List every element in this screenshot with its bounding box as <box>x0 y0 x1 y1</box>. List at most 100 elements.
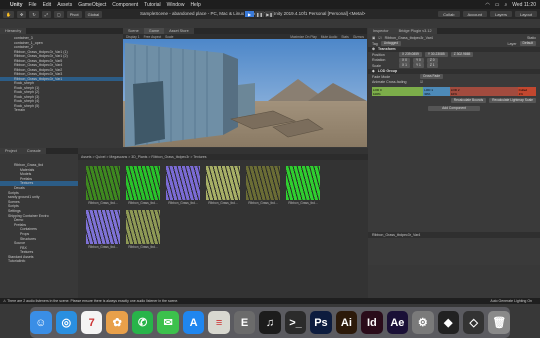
status-message[interactable]: There are 2 audio listeners in the scene… <box>7 299 178 303</box>
tab-hierarchy[interactable]: Hierarchy <box>0 28 27 34</box>
texture-thumbnail[interactable] <box>206 166 240 200</box>
menu-edit[interactable]: Edit <box>43 2 52 8</box>
photoshop-icon[interactable]: Ps <box>310 311 332 334</box>
display-dropdown[interactable]: Display 1 <box>126 35 140 39</box>
unity-icon[interactable]: ◆ <box>437 311 460 334</box>
settings-icon[interactable]: ⚙ <box>412 311 434 334</box>
menu-component[interactable]: Component <box>112 2 138 8</box>
rect-tool-button[interactable]: ▢ <box>53 10 64 18</box>
scale-tool-button[interactable]: ⤢ <box>41 10 51 18</box>
scale-y[interactable]: Y 1 <box>412 63 424 69</box>
menu-gameobject[interactable]: GameObject <box>78 2 106 8</box>
play-button[interactable]: ▶ <box>245 11 254 17</box>
rotation-y[interactable]: Y 0 <box>412 57 424 63</box>
illustrator-icon[interactable]: Ai <box>335 311 358 334</box>
active-checkbox[interactable]: ☑ <box>378 36 381 40</box>
texture-thumbnail[interactable] <box>126 166 160 200</box>
menu-tutorial[interactable]: Tutorial <box>144 2 161 8</box>
texture-thumbnail[interactable] <box>246 166 280 200</box>
layout-dropdown[interactable]: Layout <box>514 11 537 17</box>
rotation-x[interactable]: X 0 <box>399 57 410 63</box>
lod-level-1[interactable]: LOD 1 30% <box>423 87 450 96</box>
tag-dropdown[interactable]: Untagged <box>380 41 402 47</box>
texture-thumbnail[interactable] <box>286 166 320 200</box>
unityhub-icon[interactable]: ◇ <box>463 311 485 334</box>
global-toggle[interactable]: Global <box>84 10 103 18</box>
position-x[interactable]: X 239.0859 <box>399 52 422 58</box>
tab-inspector[interactable]: Inspector <box>368 28 394 34</box>
indesign-icon[interactable]: Id <box>361 311 383 334</box>
texture-thumbnail[interactable] <box>86 210 120 244</box>
position-z[interactable]: Z 302.9865 <box>450 52 474 58</box>
aspect-dropdown[interactable]: Free Aspect <box>144 35 162 39</box>
fade-mode-dropdown[interactable]: Cross Fade <box>420 74 444 80</box>
maximize-on-play-toggle[interactable]: Maximize On Play <box>290 35 317 39</box>
pause-button[interactable]: ❚❚ <box>255 11 264 17</box>
aftereffects-icon[interactable]: Ae <box>386 311 409 334</box>
static-checkbox[interactable]: Static <box>527 36 536 40</box>
layers-dropdown[interactable]: Layers <box>489 11 512 17</box>
menu-help[interactable]: Help <box>190 2 200 8</box>
rotation-z[interactable]: Z 0 <box>426 57 438 63</box>
step-button[interactable]: ▶❚ <box>265 11 274 17</box>
tab-scene[interactable]: Scene <box>123 28 144 34</box>
rotate-tool-button[interactable]: ↻ <box>29 10 39 18</box>
account-dropdown[interactable]: Account <box>462 11 487 17</box>
recalculate-lightmap-button[interactable]: Recalculate Lightmap Scale <box>489 98 536 104</box>
preview-icon[interactable]: E <box>233 311 256 334</box>
animate-crossfade-checkbox[interactable]: ☑ <box>420 80 423 84</box>
scale-slider[interactable]: Scale <box>165 35 173 39</box>
hierarchy-item[interactable]: Terrain <box>0 108 123 113</box>
tab-asset-store[interactable]: Asset Store <box>164 28 194 34</box>
trash-icon[interactable]: 🗑 <box>488 311 510 334</box>
game-view-render[interactable] <box>123 39 367 147</box>
menu-window[interactable]: Window <box>167 2 185 8</box>
lod-level-0[interactable]: LOD 0 100% <box>372 87 424 96</box>
texture-thumbnail[interactable] <box>86 166 120 200</box>
hand-tool-button[interactable]: ✋ <box>3 10 14 18</box>
menu-unity[interactable]: Unity <box>10 2 23 8</box>
menu-file[interactable]: File <box>29 2 37 8</box>
breadcrumb[interactable]: Assets > Quixel > Megascans > 3D_Plants … <box>78 154 368 160</box>
calendar-icon[interactable]: 7 <box>80 311 103 334</box>
battery-icon[interactable]: ▭ <box>495 2 500 8</box>
search-icon[interactable]: ⌕ <box>504 2 507 8</box>
add-component-button[interactable]: Add Component <box>428 105 480 111</box>
safari-icon[interactable]: ◎ <box>55 311 77 334</box>
stats-toggle[interactable]: Stats <box>341 35 349 39</box>
tab-game[interactable]: Game <box>143 28 165 34</box>
scale-z[interactable]: Z 1 <box>426 63 438 69</box>
photos-icon[interactable]: ✿ <box>106 311 128 334</box>
lod-culled[interactable]: Culled 1% <box>517 87 536 96</box>
clock[interactable]: Wed 11:20 <box>512 2 536 8</box>
texture-thumbnail[interactable] <box>166 166 200 200</box>
notes-icon[interactable]: ≡ <box>208 311 230 334</box>
recalculate-bounds-button[interactable]: Recalculate Bounds <box>450 98 487 104</box>
position-y[interactable]: Y 30.23085 <box>424 52 448 58</box>
messages-icon[interactable]: ✉ <box>157 311 179 334</box>
tab-project[interactable]: Project <box>0 148 22 154</box>
move-tool-button[interactable]: ✥ <box>16 10 27 18</box>
layer-dropdown[interactable]: Default <box>519 41 536 47</box>
project-folder[interactable]: TutorialInfo <box>0 259 78 264</box>
lighting-status[interactable]: Auto Generate Lighting On <box>490 298 532 304</box>
mute-audio-toggle[interactable]: Mute Audio <box>321 35 338 39</box>
spotify-icon[interactable]: ♫ <box>259 311 281 334</box>
fade-mode-label: Fade Mode <box>372 74 391 79</box>
terminal-icon[interactable]: >_ <box>284 311 307 334</box>
lod-levels-bar[interactable]: LOD 0 100% LOD 1 30% LOD 2 10% Culled 1% <box>372 87 536 96</box>
gizmos-dropdown[interactable]: Gizmos <box>353 35 364 39</box>
appstore-icon[interactable]: A <box>182 311 205 334</box>
whatsapp-icon[interactable]: ✆ <box>131 311 154 334</box>
scale-x[interactable]: X 1 <box>399 63 410 69</box>
finder-icon[interactable]: ☺ <box>30 311 52 334</box>
tab-bridge-plugin[interactable]: Bridge Plugin v3.12 <box>393 28 437 34</box>
menu-assets[interactable]: Assets <box>57 2 72 8</box>
object-name-field[interactable]: Ribbon_Grass_tbdpec3r_Var4 <box>385 36 433 40</box>
lod-level-2[interactable]: LOD 2 10% <box>449 87 518 96</box>
wifi-icon[interactable]: ◠ <box>485 2 489 8</box>
texture-thumbnail[interactable] <box>126 210 160 244</box>
collab-dropdown[interactable]: Collab <box>438 11 460 17</box>
tab-console[interactable]: Console <box>21 148 46 154</box>
pivot-toggle[interactable]: Pivot <box>66 10 82 18</box>
